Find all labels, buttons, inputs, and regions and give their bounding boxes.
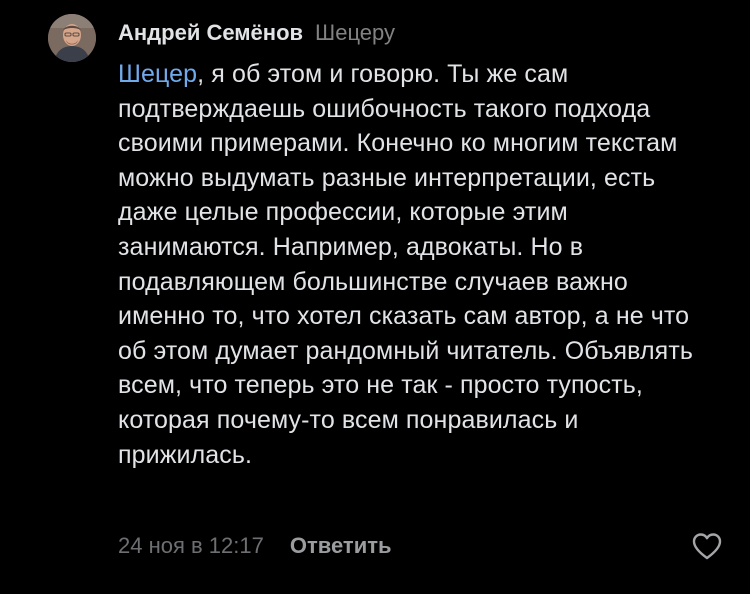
heart-outline-icon[interactable] — [691, 531, 723, 561]
comment-footer: 24 ноя в 12:17 Ответить — [118, 531, 392, 561]
avatar[interactable] — [48, 14, 96, 62]
comment: Андрей Семёнов Шецеру Шецер, я об этом и… — [0, 0, 750, 594]
author-name[interactable]: Андрей Семёнов — [118, 20, 303, 46]
comment-body: , я об этом и говорю. Ты же сам подтверж… — [118, 60, 693, 469]
reply-to-name[interactable]: Шецеру — [315, 20, 395, 46]
mention-link[interactable]: Шецер — [118, 60, 197, 88]
reply-button[interactable]: Ответить — [290, 533, 392, 559]
comment-date[interactable]: 24 ноя в 12:17 — [118, 533, 264, 559]
comment-text: Шецер, я об этом и говорю. Ты же сам под… — [118, 57, 718, 472]
comment-header: Андрей Семёнов Шецеру — [118, 20, 395, 50]
